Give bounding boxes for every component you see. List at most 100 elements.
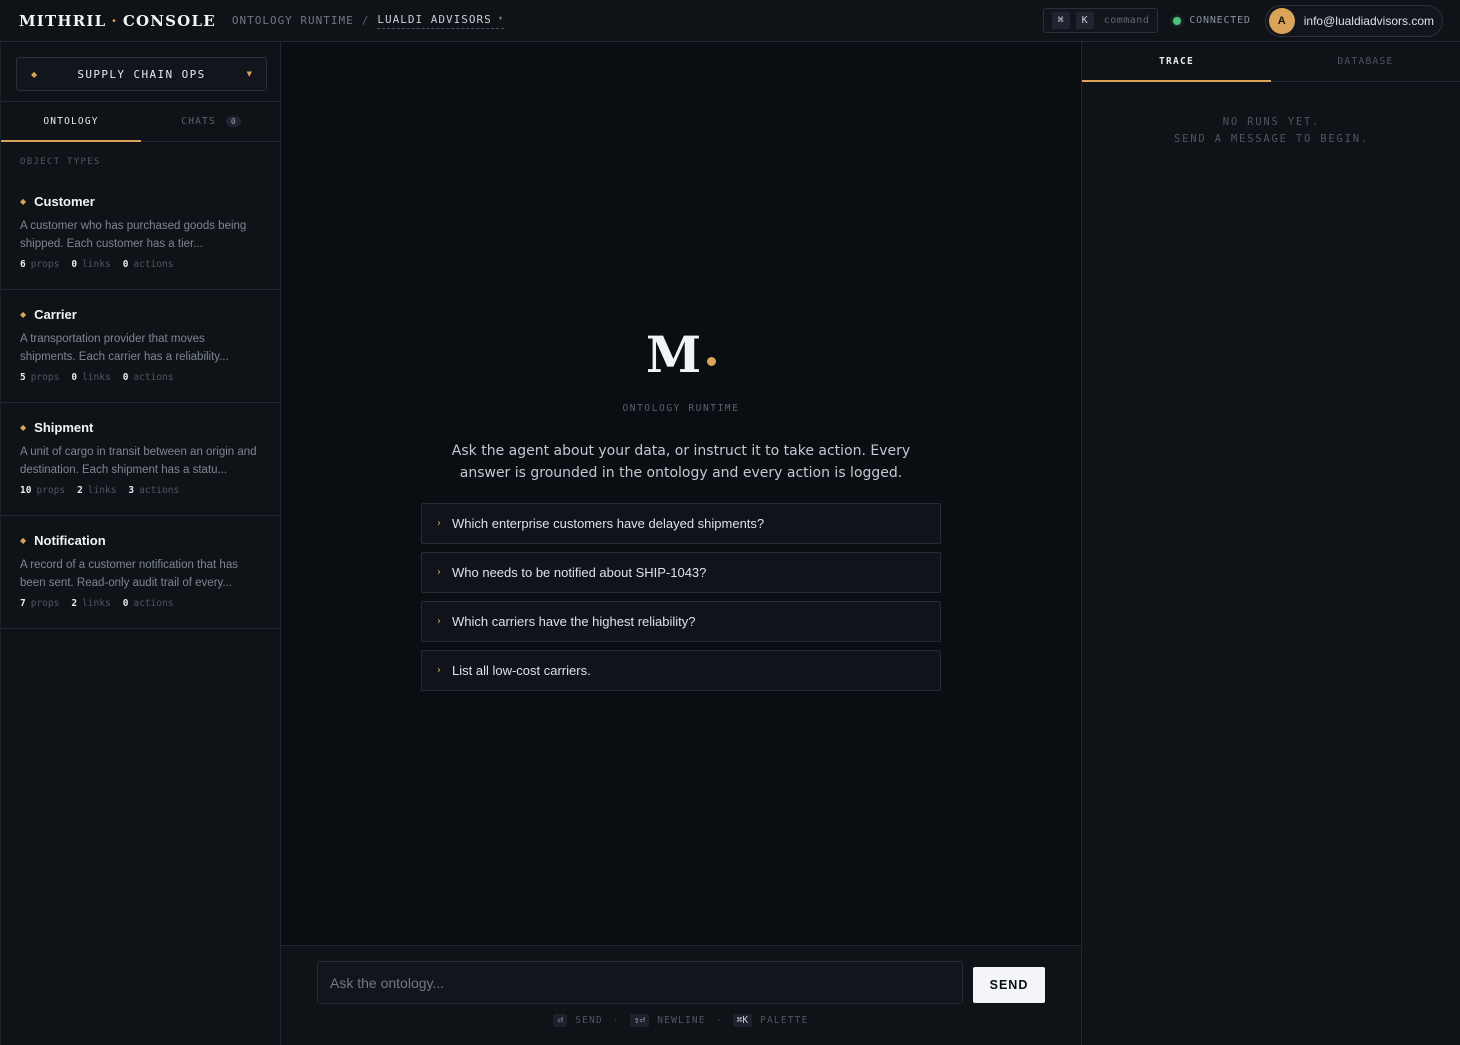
- brand-logo[interactable]: MITHRIL · CONSOLE: [19, 12, 216, 30]
- diamond-icon: ◆: [20, 423, 27, 432]
- command-key-icon: ⌘: [1051, 12, 1070, 29]
- logo-dot-icon: [707, 356, 717, 366]
- suggestion-text: List all low-cost carriers.: [452, 663, 591, 678]
- keyboard-hints: ⏎ SEND · ⇧⏎ NEWLINE · ⌘K PALETTE: [281, 1014, 1081, 1027]
- message-input[interactable]: [317, 961, 963, 1004]
- empty-state: NO RUNS YET. SEND A MESSAGE TO BEGIN.: [1082, 114, 1460, 148]
- suggestion-text: Who needs to be notified about SHIP-1043…: [452, 565, 707, 580]
- status-dot-icon: [1173, 16, 1182, 25]
- user-email: info@lualdiadvisors.com: [1303, 13, 1434, 28]
- brand-separator: ·: [111, 11, 118, 30]
- props-label: props: [30, 598, 60, 609]
- links-label: links: [82, 259, 111, 270]
- tab-chats[interactable]: CHATS 0: [141, 102, 281, 141]
- chat-area: M ONTOLOGY RUNTIME Ask the agent about y…: [281, 42, 1081, 945]
- breadcrumb-separator: /: [361, 14, 370, 27]
- props-label: props: [36, 485, 66, 496]
- object-type-name: Notification: [34, 533, 106, 548]
- org-switcher[interactable]: LUALDI ADVISORS ▾: [377, 12, 505, 29]
- logo-letter: M: [645, 325, 702, 384]
- diamond-icon: ◆: [20, 197, 27, 206]
- brand-product: CONSOLE: [122, 11, 216, 30]
- user-menu[interactable]: A info@lualdiadvisors.com: [1264, 4, 1443, 37]
- props-label: props: [30, 372, 60, 383]
- actions-label: actions: [133, 372, 174, 383]
- links-count: 0: [71, 259, 78, 270]
- props-label: props: [30, 259, 60, 270]
- object-type-name: Shipment: [34, 420, 94, 435]
- links-label: links: [82, 372, 111, 383]
- tab-trace[interactable]: TRACE: [1082, 42, 1271, 82]
- tab-ontology-label: ONTOLOGY: [43, 116, 99, 127]
- hint-separator: ·: [715, 1015, 723, 1026]
- hint-separator: ·: [612, 1015, 620, 1026]
- links-count: 2: [71, 598, 78, 609]
- message-composer: SEND ⏎ SEND · ⇧⏎ NEWLINE · ⌘K PALETTE: [281, 945, 1081, 1045]
- command-palette-button[interactable]: ⌘ K command: [1042, 8, 1159, 33]
- object-type-list: ◆ Customer A customer who has purchased …: [1, 177, 281, 629]
- object-type-shipment[interactable]: ◆ Shipment A unit of cargo in transit be…: [1, 403, 281, 516]
- breadcrumb: ONTOLOGY RUNTIME / LUALDI ADVISORS ▾: [232, 12, 505, 29]
- tab-database[interactable]: DATABASE: [1271, 42, 1460, 81]
- object-type-description: A transportation provider that moves shi…: [20, 333, 229, 363]
- empty-state-title: NO RUNS YET.: [1222, 116, 1321, 128]
- intro-text: Ask the agent about your data, or instru…: [451, 443, 911, 481]
- suggestion-item[interactable]: › List all low-cost carriers.: [421, 650, 941, 691]
- send-button[interactable]: SEND: [973, 967, 1045, 1003]
- chevron-down-icon: ▾: [497, 14, 505, 24]
- org-name: LUALDI ADVISORS: [377, 12, 492, 26]
- chevron-right-icon: ›: [437, 567, 441, 578]
- suggestion-list: › Which enterprise customers have delaye…: [421, 503, 941, 699]
- object-type-customer[interactable]: ◆ Customer A customer who has purchased …: [1, 177, 281, 290]
- links-label: links: [82, 598, 111, 609]
- breadcrumb-root[interactable]: ONTOLOGY RUNTIME: [232, 14, 354, 27]
- links-count: 0: [71, 372, 78, 383]
- hint-palette-label: PALETTE: [760, 1015, 809, 1026]
- status-text: CONNECTED: [1189, 15, 1251, 26]
- actions-count: 0: [122, 259, 129, 270]
- actions-label: actions: [139, 485, 180, 496]
- diamond-icon: ◆: [31, 69, 38, 79]
- object-type-name: Customer: [34, 194, 95, 209]
- avatar: A: [1268, 7, 1295, 34]
- mithril-logo: M: [281, 325, 1081, 385]
- brand-name: MITHRIL: [19, 11, 107, 30]
- suggestion-item[interactable]: › Who needs to be notified about SHIP-10…: [421, 552, 941, 593]
- workspace-name: SUPPLY CHAIN OPS: [77, 67, 206, 81]
- empty-state-hint: SEND A MESSAGE TO BEGIN.: [1174, 133, 1369, 145]
- object-type-stats: 5 props 0 links 0 actions: [20, 372, 262, 383]
- actions-count: 0: [122, 372, 129, 383]
- enter-key-icon: ⏎: [553, 1014, 568, 1027]
- sidebar: ◆ SUPPLY CHAIN OPS ▼ ONTOLOGY CHATS 0 OB…: [0, 42, 281, 1045]
- diamond-icon: ◆: [20, 536, 27, 545]
- object-type-stats: 10 props 2 links 3 actions: [20, 485, 262, 496]
- suggestion-item[interactable]: › Which enterprise customers have delaye…: [421, 503, 941, 544]
- object-type-carrier[interactable]: ◆ Carrier A transportation provider that…: [1, 290, 281, 403]
- diamond-icon: ◆: [20, 310, 27, 319]
- object-type-description: A unit of cargo in transit between an or…: [20, 446, 257, 476]
- trace-panel-tabs: TRACE DATABASE: [1082, 42, 1460, 82]
- object-type-description: A customer who has purchased goods being…: [20, 220, 247, 250]
- k-key: K: [1075, 12, 1094, 29]
- chats-count-badge: 0: [225, 116, 241, 127]
- hint-send-label: SEND: [575, 1015, 603, 1026]
- tab-chats-label: CHATS: [181, 116, 216, 127]
- props-count: 5: [20, 372, 26, 383]
- actions-label: actions: [133, 259, 174, 270]
- hint-newline-label: NEWLINE: [657, 1015, 706, 1026]
- suggestion-text: Which enterprise customers have delayed …: [452, 516, 765, 531]
- chevron-right-icon: ›: [437, 616, 441, 627]
- command-k-key-icon: ⌘K: [732, 1014, 753, 1027]
- suggestion-item[interactable]: › Which carriers have the highest reliab…: [421, 601, 941, 642]
- chevron-down-icon: ▼: [246, 70, 252, 78]
- tab-ontology[interactable]: ONTOLOGY: [1, 102, 141, 142]
- object-type-description: A record of a customer notification that…: [20, 559, 238, 589]
- object-type-stats: 7 props 2 links 0 actions: [20, 598, 262, 609]
- object-type-name: Carrier: [34, 307, 77, 322]
- section-label-object-types: OBJECT TYPES: [20, 157, 101, 167]
- workspace-selector[interactable]: ◆ SUPPLY CHAIN OPS ▼: [16, 57, 267, 91]
- actions-label: actions: [133, 598, 174, 609]
- top-bar: MITHRIL · CONSOLE ONTOLOGY RUNTIME / LUALD…: [0, 0, 1460, 42]
- links-label: links: [87, 485, 117, 496]
- object-type-notification[interactable]: ◆ Notification A record of a customer no…: [1, 516, 281, 629]
